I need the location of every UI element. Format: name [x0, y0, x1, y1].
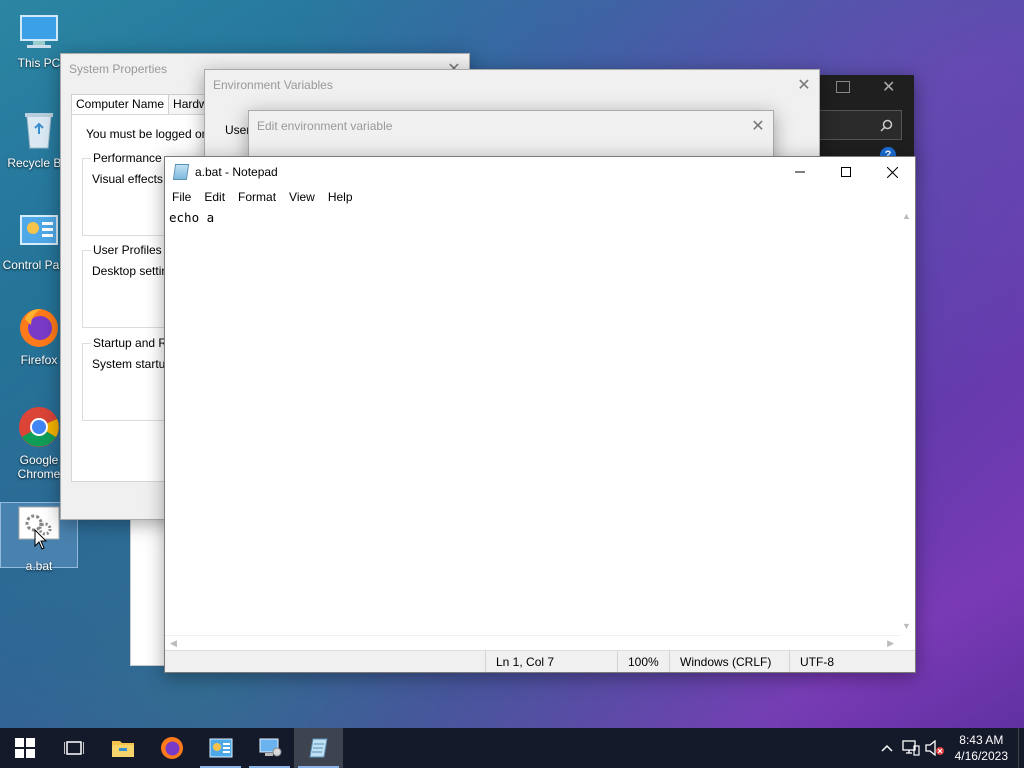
group-title: User Profiles [91, 243, 164, 257]
desktop-icon-label: a.bat [25, 559, 53, 573]
control-panel-taskbar-button[interactable] [196, 728, 245, 768]
status-encoding: UTF-8 [789, 651, 915, 672]
status-spacer [165, 651, 485, 672]
notepad-taskbar-button[interactable] [294, 728, 343, 768]
chrome-icon [17, 405, 61, 449]
notepad-titlebar[interactable]: a.bat - Notepad [165, 157, 915, 187]
firefox-icon [160, 737, 183, 759]
minimize-icon [795, 171, 805, 173]
text-editor[interactable]: echo a [165, 207, 899, 635]
control-panel-icon [209, 738, 232, 758]
clock-time: 8:43 AM [959, 733, 1004, 747]
window-title: Environment Variables [213, 78, 333, 92]
scroll-left-icon[interactable]: ◀ [170, 638, 177, 649]
start-button[interactable] [0, 728, 49, 768]
menu-file[interactable]: File [167, 190, 196, 204]
maximize-icon [841, 167, 851, 177]
monitor-icon [17, 10, 61, 54]
show-hidden-icons-button[interactable] [875, 728, 899, 768]
taskbar: 8:43 AM 4/16/2023 [0, 728, 1024, 768]
window-title: Edit environment variable [257, 119, 393, 133]
maximize-button[interactable] [823, 157, 869, 187]
notepad-icon [172, 164, 190, 180]
recycle-bin-icon [17, 108, 61, 152]
network-button[interactable] [899, 728, 923, 768]
close-icon[interactable]: ✕ [743, 111, 773, 141]
task-view-button[interactable] [49, 728, 98, 768]
mouse-cursor-icon [34, 529, 48, 550]
folder-icon [111, 741, 134, 757]
close-icon[interactable]: ✕ [789, 70, 819, 100]
close-button[interactable] [869, 157, 915, 187]
settings-window[interactable]: ✕ ? [820, 75, 914, 165]
clock-date: 4/16/2023 [954, 749, 1008, 763]
minimize-button[interactable] [777, 157, 823, 187]
maximize-icon[interactable] [836, 81, 850, 93]
system-computer-icon [259, 738, 281, 757]
desktop-icon-label: Firefox [20, 353, 58, 367]
menu-format[interactable]: Format [233, 190, 281, 204]
editor-content[interactable]: echo a [165, 207, 899, 228]
search-box[interactable] [820, 110, 902, 140]
menu-help[interactable]: Help [323, 190, 358, 204]
control-panel-icon [17, 210, 61, 254]
close-icon [886, 166, 898, 178]
status-line-endings: Windows (CRLF) [669, 651, 789, 672]
status-position: Ln 1, Col 7 [485, 651, 617, 672]
show-desktop-button[interactable] [1018, 728, 1024, 768]
system-tray: 8:43 AM 4/16/2023 [875, 728, 1024, 768]
notepad-icon [308, 738, 328, 758]
firefox-icon [17, 305, 61, 349]
group-title: Performance [91, 151, 164, 165]
chevron-up-icon [881, 744, 893, 752]
clock[interactable]: 8:43 AM 4/16/2023 [947, 732, 1018, 764]
windows-logo-icon [14, 738, 35, 758]
horizontal-scrollbar[interactable]: ◀ ▶ [165, 635, 899, 650]
close-icon[interactable]: ✕ [882, 77, 895, 97]
search-icon [880, 119, 893, 132]
file-explorer-button[interactable] [98, 728, 147, 768]
volume-button[interactable] [923, 728, 947, 768]
network-icon [901, 740, 920, 756]
scroll-up-icon[interactable]: ▲ [902, 211, 911, 221]
menu-view[interactable]: View [284, 190, 320, 204]
volume-muted-icon [924, 740, 944, 756]
menu-edit[interactable]: Edit [199, 190, 230, 204]
desktop-icon-label: This PC [17, 56, 61, 70]
status-bar: Ln 1, Col 7 100% Windows (CRLF) UTF-8 [165, 650, 915, 672]
system-properties-taskbar-button[interactable] [245, 728, 294, 768]
scroll-down-icon[interactable]: ▼ [902, 621, 911, 631]
menu-bar: File Edit Format View Help [165, 187, 915, 207]
task-view-icon [63, 741, 84, 755]
notepad-window[interactable]: a.bat - Notepad File Edit Format View He… [164, 156, 916, 673]
window-title: a.bat - Notepad [195, 165, 278, 179]
status-zoom: 100% [617, 651, 669, 672]
firefox-taskbar-button[interactable] [147, 728, 196, 768]
scroll-right-icon[interactable]: ▶ [887, 638, 894, 649]
vertical-scrollbar[interactable]: ▲ ▼ [898, 207, 915, 635]
tab-computer-name[interactable]: Computer Name [71, 94, 170, 114]
